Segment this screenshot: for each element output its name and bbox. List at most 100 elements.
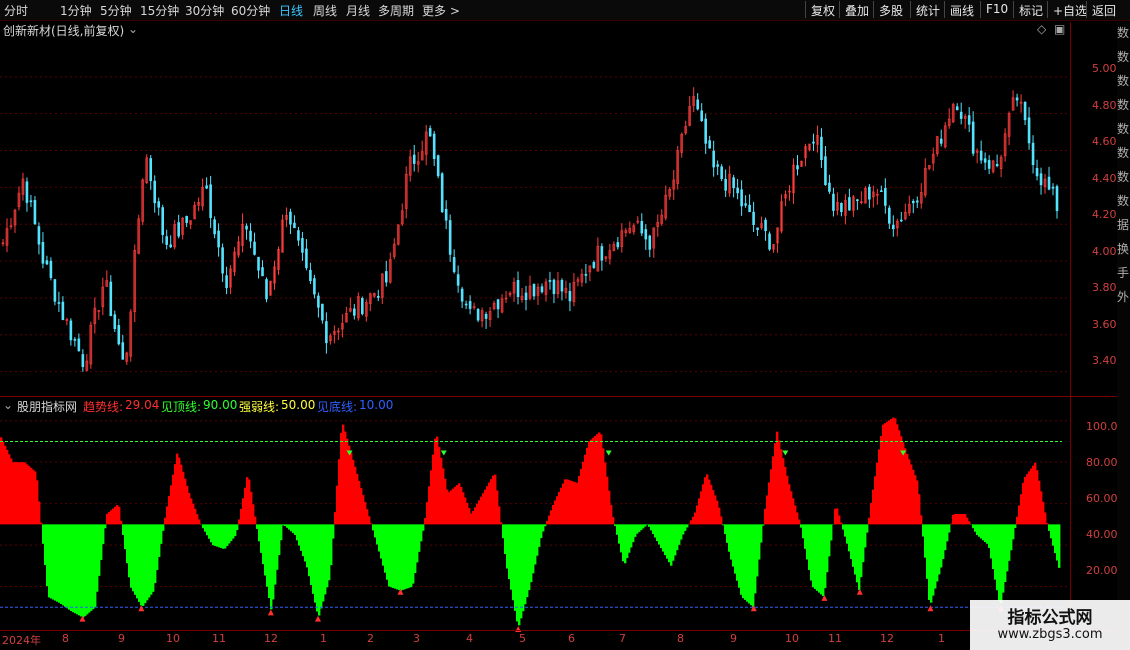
trend-bar	[236, 524, 239, 531]
candle-body	[532, 283, 536, 297]
side-char: 数	[1117, 74, 1130, 88]
trend-bar	[500, 522, 503, 525]
chevron-down-icon[interactable]: ⌄	[128, 22, 138, 36]
candle-body	[752, 211, 755, 226]
candle-body	[832, 193, 835, 211]
candle-body	[995, 164, 999, 167]
panel-divider	[0, 396, 1117, 397]
trend-bar	[332, 524, 335, 539]
trend-bar	[498, 506, 501, 525]
side-char: 数	[1117, 194, 1130, 208]
x-axis-label: 1	[938, 632, 945, 645]
x-axis-label: 9	[730, 632, 737, 645]
x-axis-label: 2	[367, 632, 374, 645]
trend-bar	[1058, 524, 1061, 568]
candle-body	[376, 296, 380, 298]
candle-body	[1047, 176, 1051, 190]
trend-bar	[544, 524, 547, 527]
candle-body	[915, 200, 919, 203]
candle-body	[301, 238, 304, 253]
trend-line-label: 趋势线:	[83, 400, 124, 414]
candle-body	[25, 181, 29, 203]
trend-bar	[254, 516, 257, 525]
candle-body	[516, 280, 520, 298]
window-toggle-icon[interactable]: ▣	[1054, 22, 1065, 36]
candle-body	[484, 313, 488, 319]
candle-body	[440, 173, 444, 213]
x-axis-label: 9	[118, 632, 125, 645]
candle-body	[987, 160, 991, 169]
buy-signal-marker	[927, 605, 934, 612]
candle-body	[309, 269, 312, 282]
candle-body	[209, 184, 212, 219]
chevron-down-icon[interactable]: ⌄	[3, 398, 13, 412]
candle-body	[428, 128, 432, 137]
y-axis-divider	[1070, 22, 1071, 630]
x-axis-label: 5	[519, 632, 526, 645]
trend-bar	[280, 524, 283, 541]
candle-body	[796, 165, 799, 170]
candle-body	[700, 110, 703, 122]
candle-body	[560, 279, 564, 292]
candle-body	[476, 308, 480, 321]
candle-body	[177, 222, 180, 237]
candle-body	[911, 201, 915, 204]
candle-body	[468, 301, 472, 309]
candle-body	[955, 106, 959, 111]
indicator-tick: 100.0	[1086, 420, 1118, 433]
trend-bar	[948, 524, 951, 533]
trend-line-value: 29.04	[125, 398, 160, 412]
candle-body	[81, 354, 85, 368]
bottom-line-label: 见底线:	[317, 400, 358, 414]
buy-signal-marker	[750, 605, 757, 612]
candle-body	[117, 325, 121, 345]
candle-body	[361, 298, 364, 315]
side-char: 数数数数数数数数据换手外	[1117, 26, 1130, 314]
x-axis-label: 10	[166, 632, 180, 645]
indicator-tick: 40.00	[1086, 528, 1118, 541]
candle-body	[848, 197, 851, 211]
candle-body	[153, 180, 157, 204]
candle-body	[736, 187, 739, 194]
candle-body	[584, 274, 588, 276]
diamond-icon[interactable]: ◇	[1037, 22, 1046, 36]
sell-signal-marker	[440, 450, 447, 456]
price-tick: 3.80	[1092, 281, 1117, 294]
candle-body	[317, 295, 320, 308]
chart-canvas[interactable]	[0, 0, 1130, 650]
candle-body	[121, 342, 125, 360]
candle-body	[33, 200, 37, 225]
candle-body	[568, 291, 572, 302]
candle-body	[157, 201, 161, 208]
candle-body	[1055, 186, 1059, 212]
side-char: 数	[1117, 122, 1130, 136]
candlestick-series	[1, 87, 1059, 372]
price-tick: 4.40	[1092, 172, 1117, 185]
candle-body	[225, 275, 228, 289]
trend-bar	[612, 517, 615, 525]
indicator-tick: 20.00	[1086, 564, 1118, 577]
candle-body	[161, 207, 164, 236]
candle-body	[165, 236, 168, 245]
candle-body	[840, 203, 843, 212]
price-tick: 4.60	[1092, 135, 1117, 148]
candle-body	[496, 299, 500, 310]
trend-bar	[1044, 512, 1047, 525]
side-char: 外	[1117, 290, 1130, 304]
candle-body	[253, 241, 256, 255]
trend-bar	[120, 520, 123, 525]
candle-body	[289, 211, 292, 225]
x-axis-line	[0, 630, 1117, 631]
candle-body	[41, 242, 45, 264]
candle-body	[1051, 186, 1055, 189]
side-char: 数	[1117, 146, 1130, 160]
side-char: 数	[1117, 98, 1130, 112]
side-info-column: 数数数数数数数数据换手外	[1117, 22, 1130, 650]
candle-body	[959, 111, 963, 119]
candle-body	[716, 164, 719, 167]
price-tick: 4.20	[1092, 208, 1117, 221]
price-panel-title: 创新新材(日线,前复权)	[3, 24, 125, 38]
x-axis-label: 4	[466, 632, 473, 645]
trend-bar	[38, 501, 41, 525]
trend-bar	[866, 524, 869, 533]
